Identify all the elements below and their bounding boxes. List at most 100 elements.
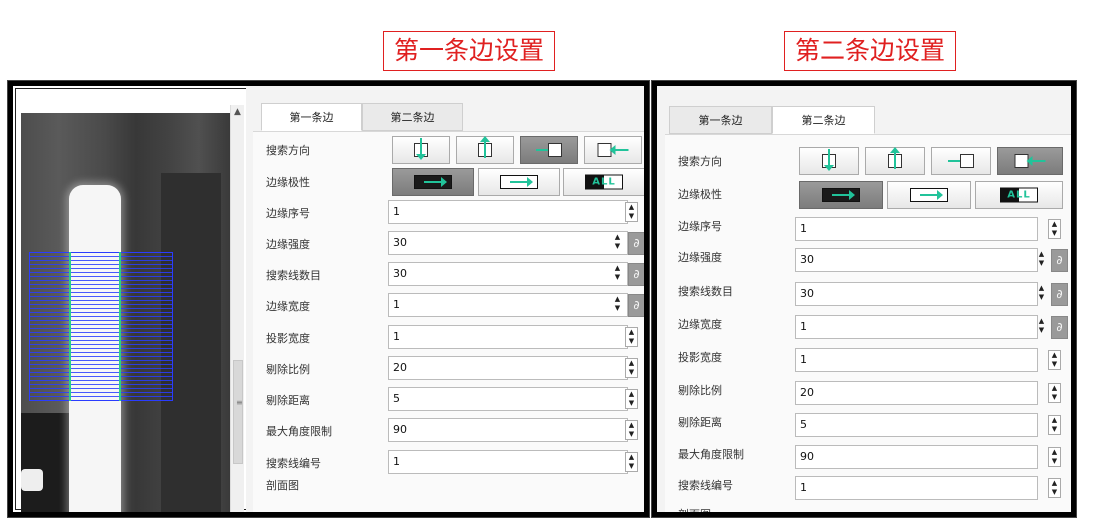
up-down-spinner-icon[interactable]: ▲ ▼ — [625, 389, 638, 409]
arrow-left-icon — [609, 145, 629, 155]
search-line-count-row: 搜索线数目 30 ▲ ▼ ∂ — [253, 260, 644, 286]
arrow-up-in-box-icon — [478, 136, 492, 158]
max-angle-limit-label: 最大角度限制 — [266, 425, 332, 438]
reject-distance-label: 剔除距离 — [266, 394, 310, 407]
edge-width-row: 边缘宽度 1 ▲ ▼ ∂ — [665, 313, 1071, 339]
edge-polarity-row: 边缘极性 ALL — [665, 169, 1071, 209]
camera-image-viewer[interactable] — [21, 113, 230, 512]
scrollbar-thumb[interactable]: ≡ — [233, 360, 243, 464]
polarity-all-icon: ALL — [1000, 187, 1038, 203]
link-icon[interactable]: ∂ — [628, 263, 644, 286]
tab-second-edge[interactable]: 第二条边 — [362, 103, 463, 131]
max-angle-limit-input[interactable]: 90 — [388, 418, 628, 442]
direction-down-button[interactable] — [392, 136, 450, 164]
up-down-spinner-icon[interactable]: ▲ ▼ — [625, 202, 638, 222]
edge-polarity-row: 边缘极性 ALL — [253, 164, 644, 196]
reject-ratio-input[interactable]: 20 — [795, 381, 1038, 405]
edge-strength-input[interactable]: 30 — [795, 248, 1038, 272]
up-down-spinner-icon[interactable]: ▲ ▼ — [625, 327, 638, 347]
viewer-scrollbar[interactable]: ▲ ≡ — [230, 105, 244, 512]
projection-width-label: 投影宽度 — [266, 332, 310, 345]
projection-width-input[interactable]: 1 — [795, 348, 1038, 372]
search-line-count-label: 搜索线数目 — [678, 285, 733, 298]
projection-width-row: 投影宽度 1 ▲ ▼ — [253, 323, 644, 349]
edge-index-label: 边缘序号 — [678, 220, 722, 233]
second-edge-settings-screenshot: 第一条边 第二条边 搜索方向 边缘极性 ALL 边缘序号 1 ▲ ▼ 边缘强度 … — [652, 81, 1076, 517]
reject-ratio-label: 剔除比例 — [678, 384, 722, 397]
edge-width-label: 边缘宽度 — [678, 318, 722, 331]
edge-index-input[interactable]: 1 — [388, 200, 628, 224]
link-icon[interactable]: ∂ — [1051, 316, 1068, 339]
search-line-count-input[interactable]: 30 — [795, 282, 1038, 306]
max-angle-limit-input[interactable]: 90 — [795, 445, 1038, 469]
projection-width-input[interactable]: 1 — [388, 325, 628, 349]
up-down-spinner-icon[interactable]: ▲ ▼ — [611, 233, 624, 253]
up-down-spinner-icon[interactable]: ▲ ▼ — [1035, 250, 1048, 270]
edge-settings-form: 搜索方向 边缘极性 ALL 边缘序号 1 ▲ ▼ 边缘强度 30 ▲ ▼ ∂ 搜… — [253, 131, 644, 512]
up-down-spinner-icon[interactable]: ▲ ▼ — [625, 420, 638, 440]
up-down-spinner-icon[interactable]: ▲ ▼ — [1048, 383, 1061, 403]
reject-distance-input[interactable]: 5 — [388, 387, 628, 411]
edge-strength-input[interactable]: 30 — [388, 231, 628, 255]
max-angle-limit-label: 最大角度限制 — [678, 448, 744, 461]
edge-width-input[interactable]: 1 — [795, 315, 1038, 339]
edge-strength-row: 边缘强度 30 ▲ ▼ ∂ — [253, 229, 644, 255]
tab-second-edge[interactable]: 第二条边 — [772, 106, 875, 134]
search-line-count-input[interactable]: 30 — [388, 262, 628, 286]
search-direction-label: 搜索方向 — [266, 144, 310, 157]
polarity-light-to-dark-button[interactable] — [887, 181, 971, 209]
polarity-dark-to-light-button[interactable] — [799, 181, 883, 209]
up-down-spinner-icon[interactable]: ▲ ▼ — [625, 452, 638, 472]
up-down-spinner-icon[interactable]: ▲ ▼ — [625, 358, 638, 378]
scroll-up-icon[interactable]: ▲ — [234, 107, 241, 117]
first-edge-settings-screenshot: ▲ ≡ 第一条边 第二条边 搜索方向 边缘极性 ALL 边缘序号 1 ▲ ▼ 边… — [8, 81, 649, 517]
link-icon[interactable]: ∂ — [628, 232, 644, 255]
edge-polarity-label: 边缘极性 — [266, 176, 310, 189]
edge-index-row: 边缘序号 1 ▲ ▼ — [253, 198, 644, 224]
tab-first-edge[interactable]: 第一条边 — [669, 106, 772, 134]
direction-up-button[interactable] — [456, 136, 514, 164]
tab-first-edge[interactable]: 第一条边 — [261, 103, 362, 131]
reject-ratio-label: 剔除比例 — [266, 363, 310, 376]
polarity-dark-to-light-icon — [414, 175, 452, 189]
search-direction-row: 搜索方向 — [253, 132, 644, 164]
up-down-spinner-icon[interactable]: ▲ ▼ — [1048, 219, 1061, 239]
polarity-light-to-dark-icon — [500, 175, 538, 189]
arrow-down-in-box-icon — [822, 149, 836, 171]
up-down-spinner-icon[interactable]: ▲ ▼ — [611, 264, 624, 284]
reject-ratio-row: 剔除比例 20 ▲ ▼ — [665, 379, 1071, 405]
up-down-spinner-icon[interactable]: ▲ ▼ — [1035, 284, 1048, 304]
search-line-number-label: 搜索线编号 — [266, 457, 321, 470]
link-icon[interactable]: ∂ — [1051, 283, 1068, 306]
link-icon[interactable]: ∂ — [1051, 249, 1068, 272]
direction-left-button[interactable] — [584, 136, 642, 164]
edge-width-label: 边缘宽度 — [266, 300, 310, 313]
edge-width-row: 边缘宽度 1 ▲ ▼ ∂ — [253, 291, 644, 317]
max-angle-limit-row: 最大角度限制 90 ▲ ▼ — [665, 443, 1071, 469]
detected-edge-right — [119, 252, 121, 401]
link-icon[interactable]: ∂ — [628, 294, 644, 317]
edge-width-input[interactable]: 1 — [388, 293, 628, 317]
up-down-spinner-icon[interactable]: ▲ ▼ — [611, 295, 624, 315]
polarity-all-button[interactable]: ALL — [563, 168, 644, 196]
reject-distance-input[interactable]: 5 — [795, 413, 1038, 437]
direction-right-button[interactable] — [520, 136, 578, 164]
arrow-down-in-box-icon — [414, 138, 428, 160]
max-angle-limit-row: 最大角度限制 90 ▲ ▼ — [253, 416, 644, 442]
up-down-spinner-icon[interactable]: ▲ ▼ — [1048, 415, 1061, 435]
profile-row: 剖面图 — [665, 495, 1071, 512]
profile-row: 剖面图 — [253, 470, 644, 496]
search-region-roi[interactable] — [29, 252, 173, 401]
polarity-dark-to-light-button[interactable] — [392, 168, 474, 196]
search-direction-label: 搜索方向 — [678, 155, 722, 168]
polarity-light-to-dark-button[interactable] — [478, 168, 560, 196]
edge-index-input[interactable]: 1 — [795, 217, 1038, 241]
polarity-all-button[interactable]: ALL — [975, 181, 1063, 209]
first-edge-settings-caption: 第一条边设置 — [383, 31, 556, 71]
up-down-spinner-icon[interactable]: ▲ ▼ — [1035, 317, 1048, 337]
up-down-spinner-icon[interactable]: ▲ ▼ — [1048, 350, 1061, 370]
reject-ratio-input[interactable]: 20 — [388, 356, 628, 380]
up-down-spinner-icon[interactable]: ▲ ▼ — [1048, 447, 1061, 467]
reject-distance-label: 剔除距离 — [678, 416, 722, 429]
polarity-dark-to-light-icon — [822, 188, 860, 202]
